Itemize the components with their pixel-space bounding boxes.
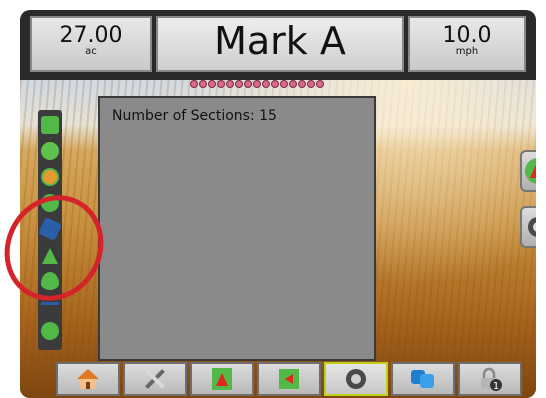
link-icon[interactable] [41, 322, 59, 340]
bottom-navigation-bar: 1 [56, 362, 526, 396]
data-transfer-icon [411, 370, 434, 388]
section-config-panel: Number of Sections: 15 [98, 96, 376, 361]
tab-home[interactable] [56, 362, 120, 396]
speed-unit: mph [455, 46, 479, 57]
camera-icon [528, 217, 536, 237]
boom-section-indicators [190, 80, 324, 89]
guidance-icon[interactable] [41, 168, 59, 186]
camera-button[interactable] [520, 206, 536, 248]
camera-tab-icon [346, 369, 366, 389]
boom-section-indicator [190, 80, 198, 88]
field-map-icon[interactable] [41, 142, 59, 160]
boom-section-indicator [262, 80, 270, 88]
divider [41, 302, 59, 305]
lock-badge: 1 [493, 381, 499, 392]
console-display: 27.00 ac Mark A 10.0 mph Number of Secti… [20, 10, 536, 398]
top-status-bar: 27.00 ac Mark A 10.0 mph [30, 16, 526, 72]
tab-lock[interactable]: 1 [458, 362, 522, 396]
boom-section-indicator [253, 80, 261, 88]
area-unit: ac [85, 46, 97, 57]
speed-value: 10.0 [442, 23, 492, 48]
boom-section-indicator [280, 80, 288, 88]
tab-camera[interactable] [324, 362, 388, 396]
page-title: Mark A [214, 19, 346, 63]
boom-section-indicator [226, 80, 234, 88]
boom-section-indicator [307, 80, 315, 88]
field-view-icon [279, 369, 299, 389]
boom-section-indicator [199, 80, 207, 88]
navigation-arrow-icon [525, 158, 536, 184]
mark-title-box[interactable]: Mark A [156, 16, 404, 72]
area-value: 27.00 [59, 23, 123, 48]
tab-vehicle-view[interactable] [190, 362, 254, 396]
sections-label: Number of Sections: 15 [112, 108, 277, 124]
boom-section-indicator [289, 80, 297, 88]
boom-section-indicator [271, 80, 279, 88]
boom-section-indicator [244, 80, 252, 88]
home-icon [77, 369, 99, 389]
boom-section-indicator [235, 80, 243, 88]
lock-icon: 1 [481, 367, 502, 392]
boom-status-icon[interactable] [41, 116, 59, 134]
tools-icon [145, 369, 165, 389]
tab-tools[interactable] [123, 362, 187, 396]
screenshot: 27.00 ac Mark A 10.0 mph Number of Secti… [0, 0, 546, 398]
boom-section-indicator [217, 80, 225, 88]
area-readout[interactable]: 27.00 ac [30, 16, 152, 72]
vehicle-view-icon [212, 368, 232, 390]
boom-section-indicator [316, 80, 324, 88]
tab-data-transfer[interactable] [391, 362, 455, 396]
boom-section-indicator [298, 80, 306, 88]
boom-section-indicator [208, 80, 216, 88]
speed-readout[interactable]: 10.0 mph [408, 16, 526, 72]
navigation-button[interactable] [520, 150, 536, 192]
tab-field-view[interactable] [257, 362, 321, 396]
